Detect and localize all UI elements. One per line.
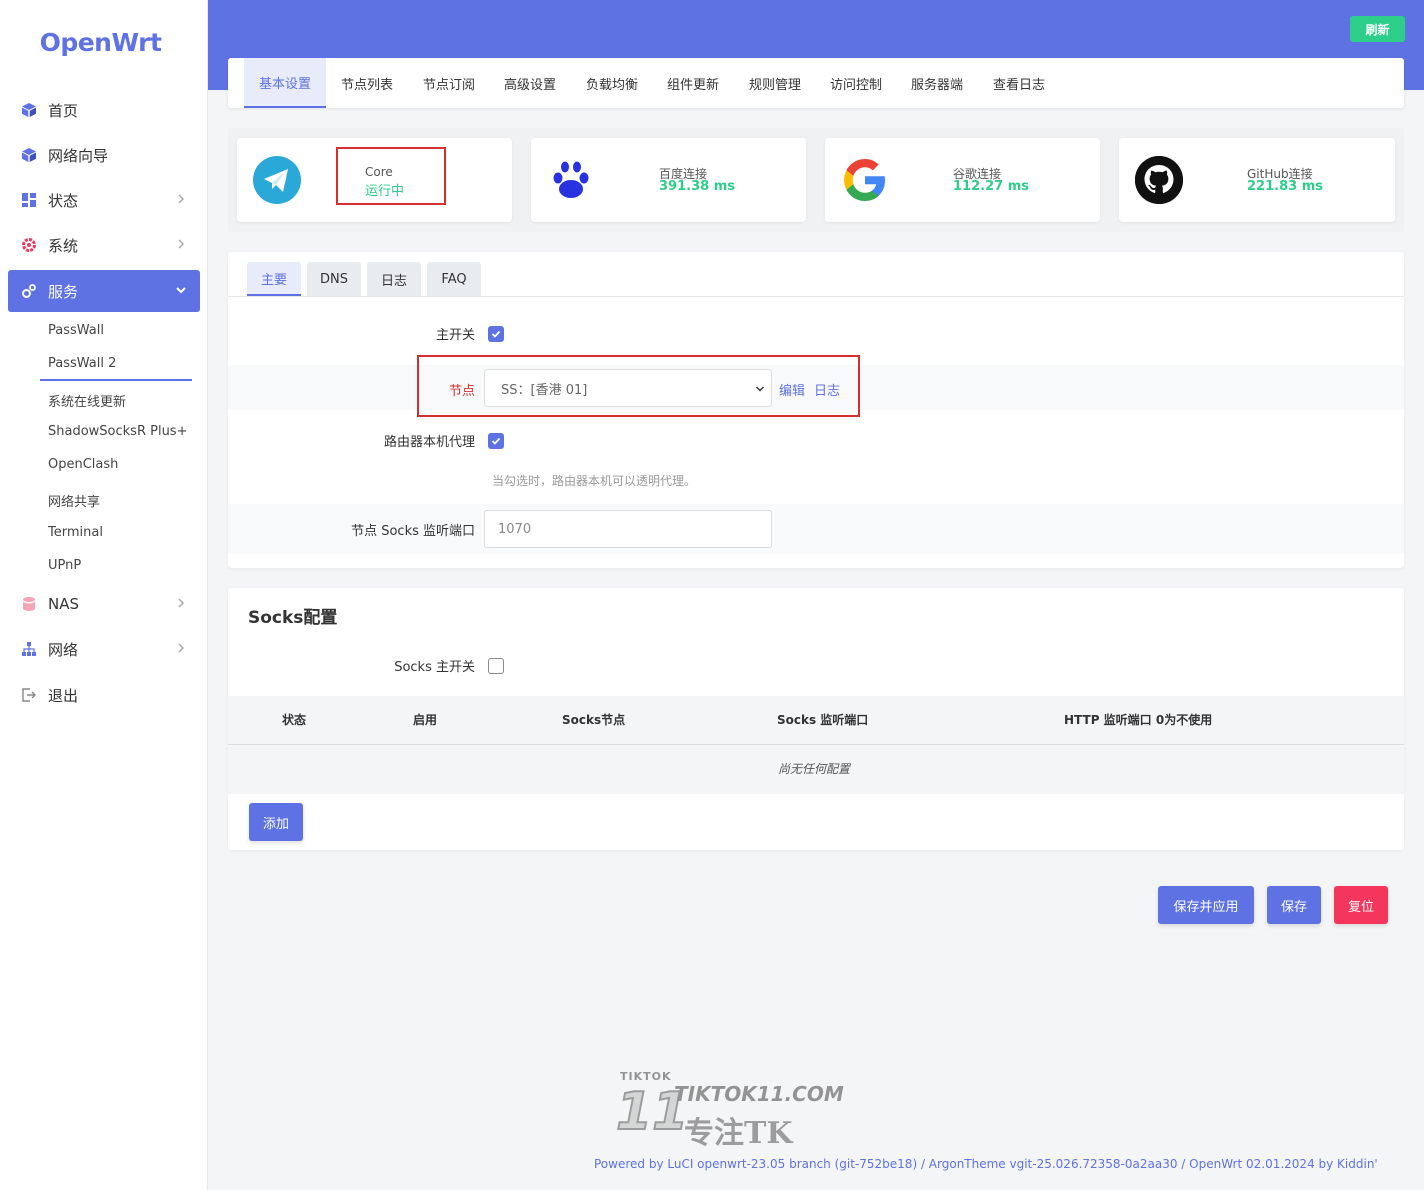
sidebar-sub-passwall2[interactable]: PassWall 2: [48, 356, 116, 371]
gear-icon: [20, 236, 38, 254]
github-value: 221.83 ms: [1247, 179, 1323, 194]
col-http-port: HTTP 监听端口 0为不使用: [1064, 713, 1213, 727]
cube-icon: [20, 146, 38, 164]
chevron-down-icon: [176, 287, 186, 294]
socks-switch-label: Socks 主开关: [394, 660, 475, 675]
status-card-baidu: 百度连接 391.38 ms: [531, 138, 806, 222]
sidebar-sub-network-share[interactable]: 网络共享: [48, 491, 100, 510]
save-button[interactable]: 保存: [1267, 886, 1321, 924]
chevron-right-icon: [178, 239, 185, 249]
router-proxy-hint: 当勾选时，路由器本机可以透明代理。: [492, 474, 697, 488]
col-socks-node: Socks节点: [562, 713, 626, 727]
sidebar-item-wizard[interactable]: 网络向导: [8, 134, 200, 176]
main-switch-label: 主开关: [435, 328, 475, 343]
main-switch-checkbox[interactable]: [488, 326, 504, 342]
sidebar-item-label: 服务: [48, 282, 79, 301]
tab-access-control[interactable]: 访问控制: [819, 58, 893, 108]
sidebar-item-home[interactable]: 首页: [8, 89, 200, 131]
subtab-dns[interactable]: DNS: [307, 262, 361, 296]
subtab-log[interactable]: 日志: [367, 262, 421, 296]
tab-server[interactable]: 服务器端: [900, 58, 974, 108]
sidebar-sub-openclash[interactable]: OpenClash: [48, 457, 118, 472]
tab-node-subscribe[interactable]: 节点订阅: [412, 58, 486, 108]
brand-logo[interactable]: OpenWrt: [0, 0, 207, 84]
tab-node-list[interactable]: 节点列表: [330, 58, 404, 108]
top-tab-bar: 基本设置 节点列表 节点订阅 高级设置 负载均衡 组件更新 规则管理 访问控制 …: [228, 58, 1404, 108]
tab-advanced[interactable]: 高级设置: [493, 58, 567, 108]
services-icon: [20, 282, 38, 300]
refresh-button[interactable]: 刷新: [1350, 16, 1405, 42]
core-highlight-box: [336, 147, 446, 205]
socks-switch-checkbox[interactable]: [488, 658, 504, 674]
cube-icon: [20, 101, 38, 119]
tab-basic-settings[interactable]: 基本设置: [244, 58, 326, 108]
sidebar-item-label: 状态: [48, 191, 79, 210]
subtab-divider: [228, 296, 1404, 297]
logout-icon: [20, 686, 38, 704]
chevron-right-icon: [178, 643, 185, 653]
active-sub-indicator: [40, 379, 192, 381]
socks-port-label: 节点 Socks 监听端口: [351, 524, 475, 539]
add-button[interactable]: 添加: [249, 803, 303, 841]
grid-icon: [20, 191, 38, 209]
google-icon: [839, 154, 891, 206]
sidebar-item-system[interactable]: 系统: [8, 224, 200, 266]
status-card-github: GitHub连接 221.83 ms: [1119, 138, 1395, 222]
baidu-paw-icon: [545, 154, 597, 206]
watermark-logo: TIKTOK 11 TIKTOK11.COM 专注TK: [612, 1070, 844, 1151]
chevron-right-icon: [178, 598, 185, 608]
sidebar-item-logout[interactable]: 退出: [8, 674, 200, 716]
sidebar-item-label: 系统: [48, 236, 79, 255]
socks-port-input[interactable]: 1070: [484, 510, 772, 548]
router-proxy-label: 路由器本机代理: [383, 435, 475, 450]
sidebar-sub-upnp[interactable]: UPnP: [48, 558, 81, 573]
sidebar-item-label: 网络: [48, 640, 79, 659]
sidebar-item-label: 网络向导: [48, 146, 109, 165]
footer-powered-by[interactable]: Powered by LuCI openwrt-23.05 branch (gi…: [594, 1157, 1378, 1171]
table-empty-text: 尚无任何配置: [778, 762, 851, 776]
telegram-icon: [251, 154, 303, 206]
sidebar-item-nas[interactable]: NAS: [8, 583, 200, 625]
sidebar-item-label: 首页: [48, 101, 79, 120]
watermark-cn: 专注TK: [684, 1116, 793, 1151]
github-icon: [1133, 154, 1185, 206]
save-apply-button[interactable]: 保存并应用: [1158, 886, 1254, 924]
col-enabled: 启用: [413, 713, 438, 727]
sidebar-sub-ssr-plus[interactable]: ShadowSocksR Plus+: [48, 424, 187, 439]
reset-button[interactable]: 复位: [1334, 886, 1388, 924]
network-icon: [20, 640, 38, 658]
baidu-value: 391.38 ms: [659, 179, 735, 194]
router-proxy-checkbox[interactable]: [488, 433, 504, 449]
subtab-faq[interactable]: FAQ: [427, 262, 481, 296]
sidebar-item-status[interactable]: 状态: [8, 179, 200, 221]
subtab-main[interactable]: 主要: [247, 262, 301, 296]
tab-view-log[interactable]: 查看日志: [982, 58, 1056, 108]
col-status: 状态: [282, 713, 307, 727]
google-value: 112.27 ms: [953, 179, 1029, 194]
tab-component-update[interactable]: 组件更新: [656, 58, 730, 108]
chevron-right-icon: [178, 194, 185, 204]
tab-rule-manage[interactable]: 规则管理: [738, 58, 812, 108]
sidebar-item-services[interactable]: 服务: [8, 270, 200, 312]
sidebar-item-label: 退出: [48, 686, 79, 705]
sidebar-sub-passwall[interactable]: PassWall: [48, 323, 104, 338]
col-socks-port: Socks 监听端口: [777, 713, 869, 727]
tab-load-balance[interactable]: 负载均衡: [575, 58, 649, 108]
sidebar-item-network[interactable]: 网络: [8, 628, 200, 670]
sidebar-item-label: NAS: [48, 595, 80, 613]
sidebar-sub-online-update[interactable]: 系统在线更新: [48, 391, 126, 410]
status-card-google: 谷歌连接 112.27 ms: [825, 138, 1100, 222]
sidebar: OpenWrt 首页 网络向导 状态 系统 服务 PassWall PassWa…: [0, 0, 208, 1190]
watermark-site: TIKTOK11.COM: [674, 1082, 844, 1106]
database-icon: [20, 595, 38, 613]
socks-title: Socks配置: [248, 608, 338, 628]
node-highlight-box: [417, 355, 860, 417]
sidebar-sub-terminal[interactable]: Terminal: [48, 525, 103, 540]
